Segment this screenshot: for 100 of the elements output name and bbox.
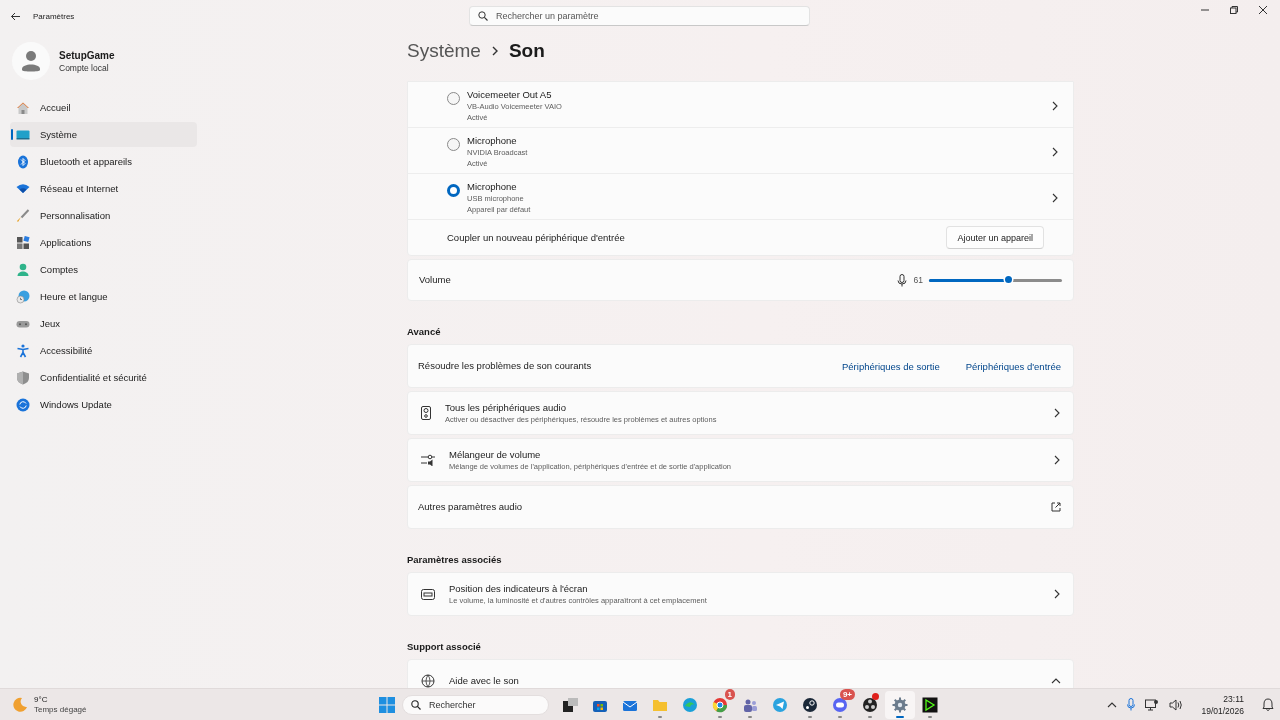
browser-circle-icon <box>712 696 728 713</box>
row-title: Position des indicateurs à l'écran <box>449 582 589 595</box>
restore-icon[interactable] <box>1230 6 1238 14</box>
volume-slider[interactable] <box>929 278 1062 282</box>
bell-icon[interactable] <box>1262 698 1274 711</box>
home-icon <box>16 100 30 115</box>
speaker-volume-icon[interactable] <box>1169 698 1184 711</box>
avatar-icon <box>12 42 50 80</box>
running-indicator <box>896 715 904 718</box>
nav-item[interactable]: Accueil <box>10 95 197 120</box>
taskbar-search-field[interactable]: Rechercher <box>402 694 549 715</box>
globe-clock-icon <box>16 289 30 304</box>
row-title: Mélangeur de volume <box>449 448 542 461</box>
search-icon <box>478 11 488 21</box>
volume-reading: 61 <box>913 275 923 285</box>
account-type: Compte local <box>59 62 110 73</box>
settings-icon <box>892 696 908 713</box>
radio-button[interactable] <box>447 92 460 105</box>
play-logo-icon <box>922 696 938 713</box>
temperature: 9°C <box>34 695 49 704</box>
chevron-right-icon <box>1051 193 1059 203</box>
alert-dot <box>872 692 879 700</box>
chevron-right-icon <box>1053 589 1061 599</box>
running-indicator <box>808 715 812 718</box>
chevron-right-icon <box>490 46 499 56</box>
link[interactable]: Périphériques de sortie <box>842 360 940 372</box>
chevron-right-icon <box>1051 101 1059 111</box>
paper-plane-icon <box>772 696 788 713</box>
section-heading: Support associé <box>407 641 482 652</box>
add-device-button[interactable]: Ajouter un appareil <box>946 226 1044 249</box>
running-indicator <box>868 715 872 718</box>
minimize-icon[interactable] <box>1201 6 1209 14</box>
running-indicator <box>838 715 842 718</box>
search-field[interactable]: Rechercher un paramètre <box>469 6 810 26</box>
weather-description: Temps dégagé <box>34 705 87 714</box>
nav-item[interactable]: Applications <box>10 230 197 255</box>
device-name: Voicemeeter Out A5 <box>467 89 553 101</box>
apps-icon <box>16 235 30 250</box>
microphone-icon[interactable] <box>1127 698 1136 711</box>
back-arrow-icon[interactable] <box>10 11 21 21</box>
nav-item[interactable]: Accessibilité <box>10 338 197 363</box>
screen-indicator-icon <box>421 588 435 600</box>
taskbar-app[interactable]: 9+ <box>825 690 855 719</box>
page-title: Son <box>508 40 545 62</box>
section-heading: Avancé <box>407 326 442 337</box>
clock[interactable]: 23:11 19/01/2026 <box>1201 693 1244 716</box>
nav-item[interactable]: Heure et langue <box>10 284 197 309</box>
slider-thumb[interactable] <box>1004 275 1012 283</box>
nav-item[interactable]: Personnalisation <box>10 203 197 228</box>
notification-badge: 1 <box>724 688 735 700</box>
chevron-up-icon[interactable] <box>1107 700 1118 709</box>
link[interactable]: Périphériques d'entrée <box>965 360 1061 372</box>
row-label: Coupler un nouveau périphérique d'entrée <box>447 231 626 244</box>
task-view-icon <box>562 696 578 713</box>
windows-logo-icon[interactable] <box>379 696 395 713</box>
radio-button[interactable] <box>447 138 460 151</box>
microphone-icon <box>896 273 907 287</box>
account-name: SetupGame <box>59 49 115 61</box>
running-indicator <box>658 715 662 718</box>
nav-item[interactable]: Confidentialité et sécurité <box>10 365 197 390</box>
nav-item[interactable]: Bluetooth et appareils <box>10 149 197 174</box>
nav-item[interactable]: Réseau et Internet <box>10 176 197 201</box>
accessibility-icon <box>16 343 30 358</box>
chevron-right-icon <box>1053 408 1061 418</box>
network-icon[interactable] <box>1145 698 1160 711</box>
running-indicator <box>718 715 722 718</box>
wifi-icon <box>16 181 30 196</box>
running-indicator <box>928 715 932 718</box>
chevron-right-icon <box>1051 147 1059 157</box>
nav-item[interactable]: Comptes <box>10 257 197 282</box>
device-name: Microphone <box>467 181 518 193</box>
moon-icon <box>12 696 28 713</box>
chevron-right-icon <box>1053 455 1061 465</box>
row-title: Tous les périphériques audio <box>445 401 567 414</box>
notification-badge: 9+ <box>839 688 855 700</box>
row-label: Volume <box>419 274 452 286</box>
radio-button[interactable] <box>447 184 460 197</box>
paintbrush-icon <box>16 208 30 223</box>
shield-icon <box>16 370 30 385</box>
nav-item[interactable]: Système <box>10 122 197 147</box>
running-indicator <box>748 715 752 718</box>
nav-item[interactable]: Jeux <box>10 311 197 336</box>
sync-icon <box>16 397 30 412</box>
row-label: Résoudre les problèmes de son courants <box>418 360 593 372</box>
row-title: Autres paramètres audio <box>418 501 524 513</box>
globe-search-icon <box>421 674 435 688</box>
mixer-icon <box>421 454 435 466</box>
close-icon[interactable] <box>1259 6 1267 14</box>
taskbar-app[interactable]: 1 <box>705 690 735 719</box>
speaker-icon <box>421 406 431 420</box>
window-title: Paramètres <box>33 11 75 21</box>
person-icon <box>16 262 30 277</box>
nav-item[interactable]: Windows Update <box>10 392 197 417</box>
search-icon <box>411 699 421 710</box>
chevron-up-icon <box>1051 677 1061 685</box>
external-link-icon <box>1051 502 1061 512</box>
breadcrumb-link[interactable]: Système <box>407 40 481 62</box>
section-heading: Paramètres associés <box>407 554 503 565</box>
device-name: Microphone <box>467 135 518 147</box>
bluetooth-icon <box>16 154 30 169</box>
